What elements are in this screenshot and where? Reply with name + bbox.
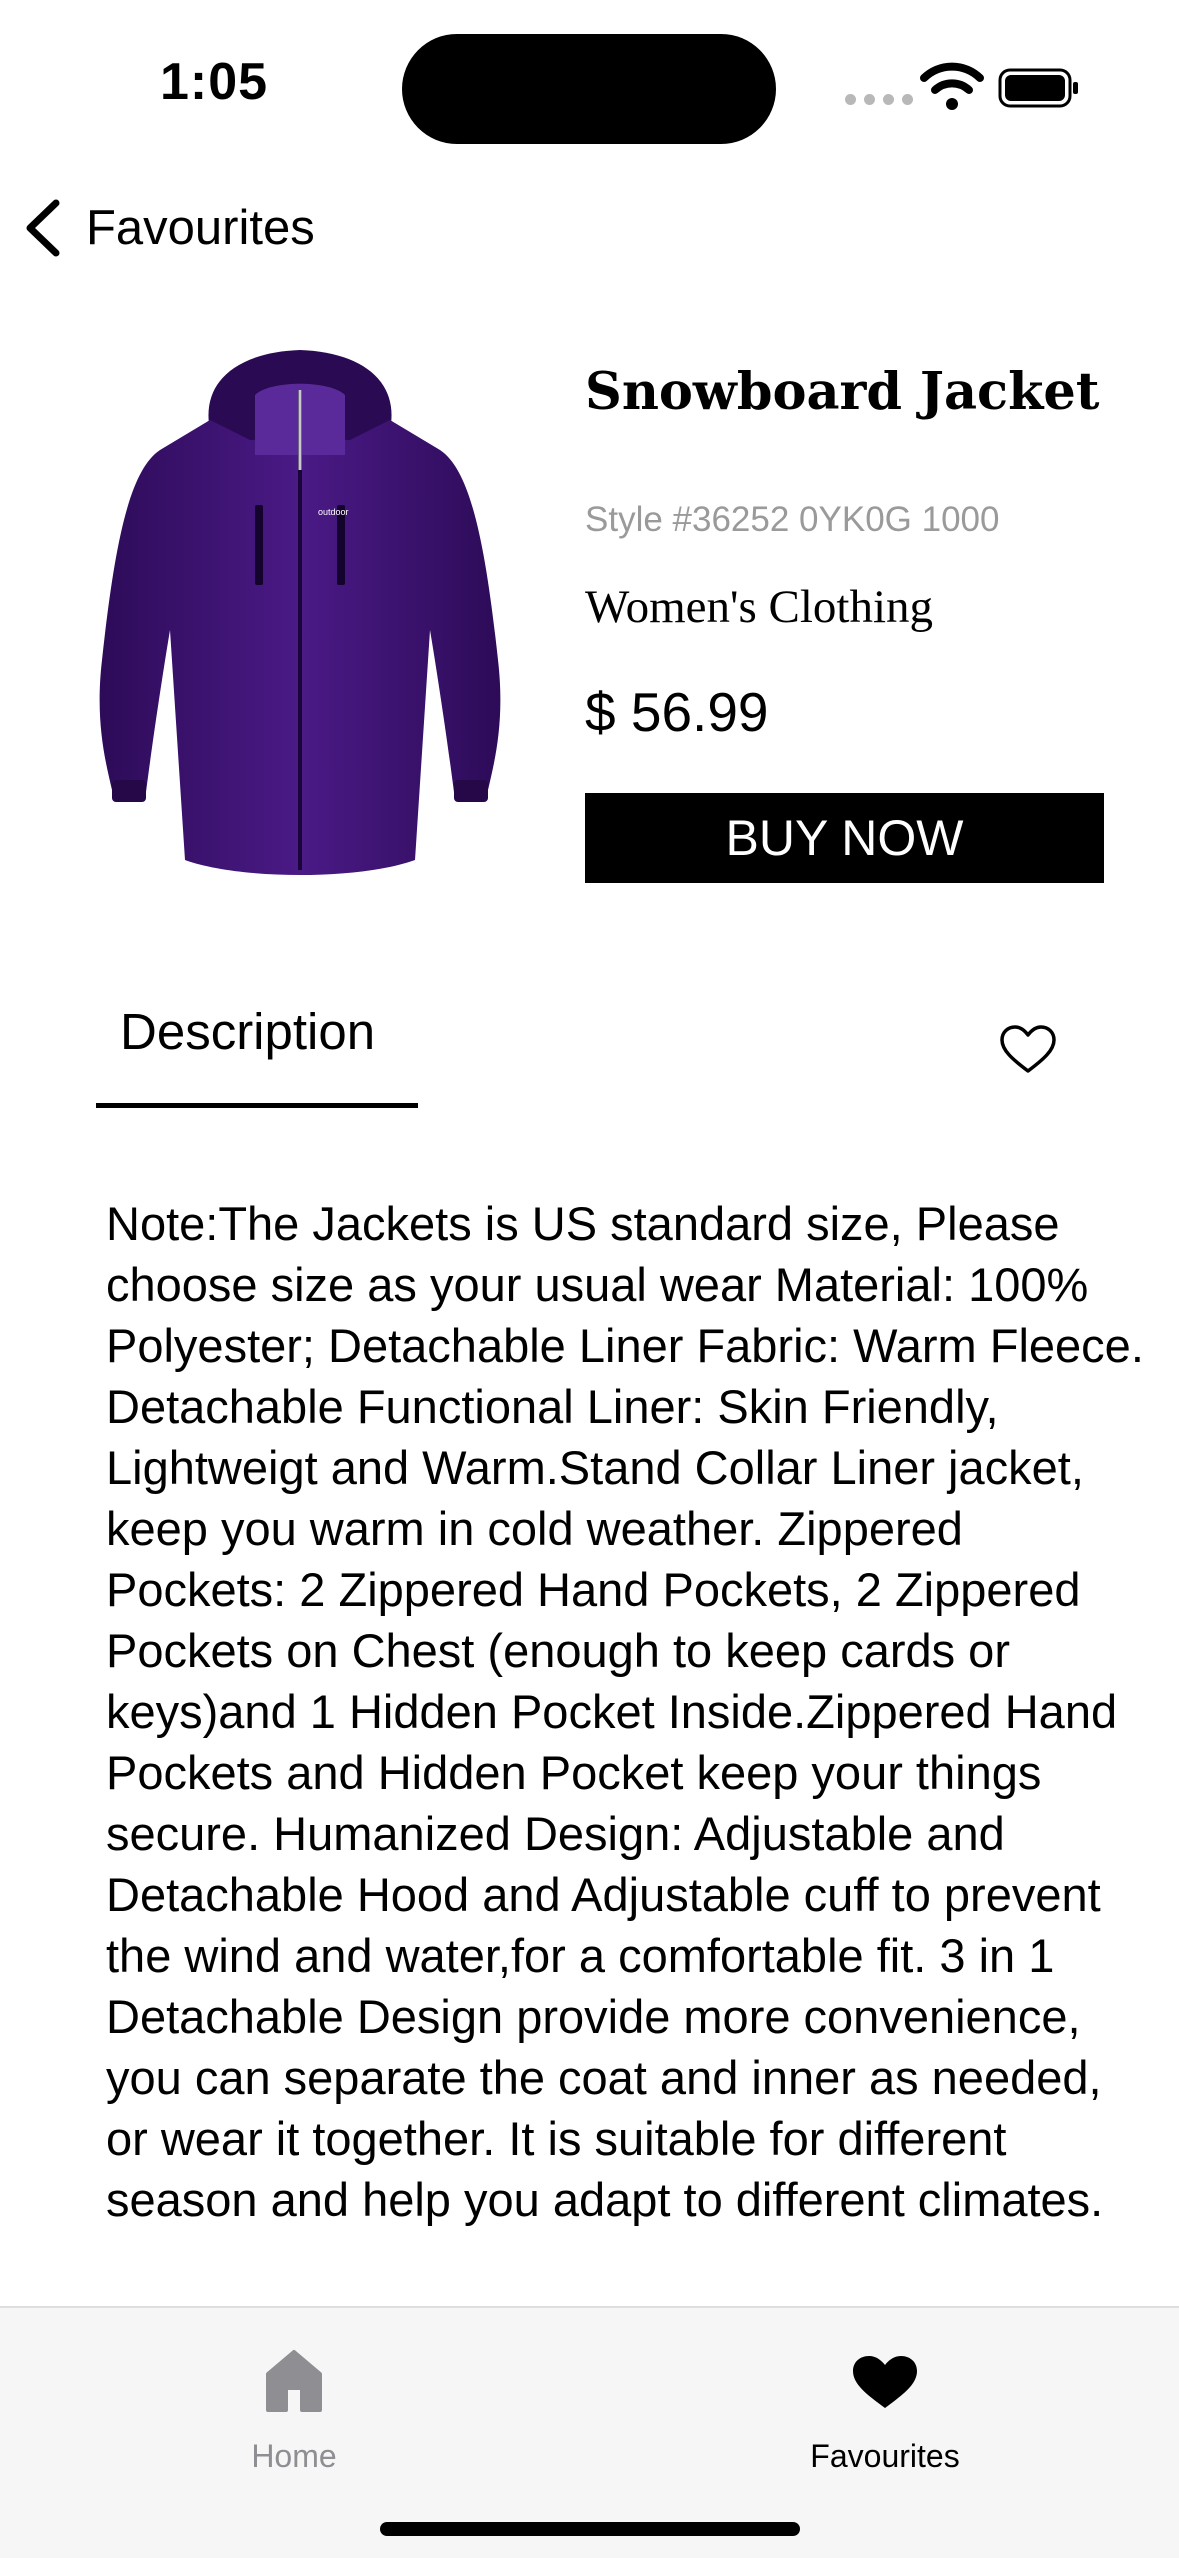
cellular-signal-icon: [845, 94, 913, 105]
dynamic-island: [402, 34, 776, 144]
tab-favourites[interactable]: Favourites: [770, 2328, 1000, 2478]
tab-description-label: Description: [120, 1003, 376, 1060]
tab-description[interactable]: Description: [96, 1000, 418, 1108]
product-category: Women's Clothing: [585, 581, 934, 633]
back-button[interactable]: Favourites: [22, 195, 315, 261]
tab-home[interactable]: Home: [184, 2328, 404, 2478]
chevron-left-icon: [26, 199, 60, 257]
product-image: outdoor: [99, 350, 501, 875]
tab-bar: Home Favourites: [0, 2306, 1179, 2558]
back-button-label: Favourites: [86, 201, 315, 255]
product-style-number: Style #36252 0YK0G 1000: [585, 500, 1000, 539]
battery-icon: [998, 68, 1078, 108]
product-description: Note:The Jackets is US standard size, Pl…: [106, 1197, 1144, 2226]
tab-home-label: Home: [251, 2438, 337, 2474]
buy-now-button[interactable]: BUY NOW: [585, 793, 1104, 883]
tab-favourites-label: Favourites: [810, 2438, 960, 2474]
heart-outline-icon[interactable]: [998, 1024, 1058, 1076]
jacket-brand-logo: outdoor: [318, 507, 349, 517]
product-price: $ 56.99: [585, 681, 769, 743]
wifi-icon: [920, 62, 984, 110]
heart-filled-icon: [853, 2356, 917, 2408]
product-title: Snowboard Jacket: [585, 362, 1100, 422]
status-time: 1:05: [160, 53, 269, 111]
status-bar: 1:05: [0, 0, 1179, 170]
home-indicator: [380, 2522, 800, 2536]
house-icon: [266, 2350, 322, 2412]
tab-active-indicator: [96, 1103, 418, 1108]
